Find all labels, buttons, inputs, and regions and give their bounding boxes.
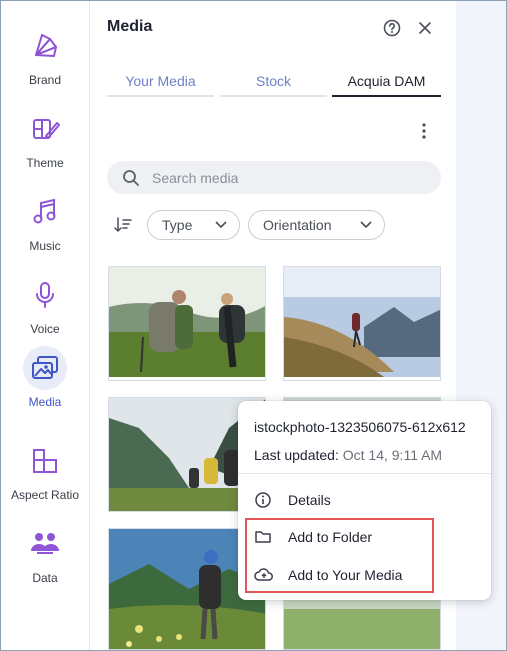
rail-item-theme[interactable]: Theme	[1, 107, 89, 187]
rail-label: Data	[32, 571, 58, 585]
rail-item-voice[interactable]: Voice	[1, 273, 89, 353]
tab-underline	[332, 95, 441, 97]
menu-last-updated: Last updated: Oct 14, 9:11 AM	[254, 447, 442, 463]
orientation-filter-label: Orientation	[263, 217, 332, 233]
rail-item-brand[interactable]: Brand	[1, 24, 89, 104]
more-options-button[interactable]	[416, 121, 432, 141]
close-icon	[419, 22, 431, 34]
menu-item-label: Add to Your Media	[288, 567, 403, 583]
theme-icon	[23, 107, 67, 151]
chevron-down-icon	[360, 221, 372, 229]
menu-item-label: Details	[288, 492, 331, 508]
tab-label: Your Media	[125, 73, 196, 89]
rail-label: Brand	[28, 73, 62, 87]
folder-icon	[255, 531, 271, 543]
sort-icon	[114, 217, 132, 233]
info-icon	[255, 492, 271, 508]
media-images-icon	[23, 346, 67, 390]
help-button[interactable]	[382, 18, 402, 38]
rail-item-music[interactable]: Music	[1, 190, 89, 270]
data-users-icon	[23, 522, 67, 566]
rail-item-aspect-ratio[interactable]: Aspect Ratio	[1, 439, 89, 519]
cloud-upload-icon	[254, 568, 273, 581]
tab-label: Acquia DAM	[347, 73, 426, 89]
brand-palette-icon	[23, 24, 67, 68]
rail-item-data[interactable]: Data	[1, 522, 89, 602]
tab-label: Stock	[255, 73, 291, 89]
type-filter-dropdown[interactable]: Type	[147, 210, 240, 240]
search-bar	[107, 161, 441, 194]
type-filter-label: Type	[162, 217, 193, 233]
last-updated-label: Last updated:	[254, 447, 339, 463]
media-context-menu: istockphoto-1323506075-612x612 Last upda…	[238, 401, 491, 600]
help-icon	[383, 19, 401, 37]
tab-underline	[220, 95, 327, 97]
menu-filename: istockphoto-1323506075-612x612	[254, 419, 466, 435]
sort-button[interactable]	[113, 215, 133, 235]
aspect-ratio-icon	[23, 439, 67, 483]
rail-label: Voice	[30, 322, 60, 336]
rail-label: Theme	[26, 156, 64, 170]
app-window: Brand Theme Music Voice Media Aspect Rat…	[0, 0, 507, 651]
media-thumbnail-mountain-hiker[interactable]	[283, 266, 441, 381]
search-icon	[123, 169, 139, 186]
media-tabs: Your Media Stock Acquia DAM	[107, 69, 441, 99]
menu-item-label: Add to Folder	[288, 529, 373, 545]
menu-divider	[238, 473, 491, 474]
media-thumbnail-hikers-meadow[interactable]	[108, 266, 266, 381]
panel-title: Media	[107, 18, 153, 35]
rail-item-media[interactable]: Media	[1, 346, 89, 426]
rail-label: Media	[28, 395, 62, 409]
menu-item-add-to-folder[interactable]: Add to Folder	[238, 519, 491, 555]
last-updated-value: Oct 14, 9:11 AM	[342, 447, 443, 463]
microphone-icon	[23, 273, 67, 317]
close-button[interactable]	[415, 18, 435, 38]
search-input[interactable]	[150, 168, 414, 187]
orientation-filter-dropdown[interactable]: Orientation	[248, 210, 385, 240]
menu-item-add-to-your-media[interactable]: Add to Your Media	[238, 557, 491, 593]
menu-item-details[interactable]: Details	[238, 482, 491, 518]
tab-underline	[107, 95, 214, 97]
more-vertical-icon	[422, 123, 426, 139]
tab-your-media[interactable]: Your Media	[107, 69, 214, 97]
tab-acquia-dam[interactable]: Acquia DAM	[332, 69, 441, 97]
rail-label: Aspect Ratio	[10, 488, 80, 502]
photo-image	[284, 267, 440, 377]
rail-label: Music	[29, 239, 61, 253]
chevron-down-icon	[215, 221, 227, 229]
music-note-icon	[23, 190, 67, 234]
left-rail: Brand Theme Music Voice Media Aspect Rat…	[1, 1, 90, 650]
tab-stock[interactable]: Stock	[220, 69, 327, 97]
photo-image	[109, 267, 265, 377]
